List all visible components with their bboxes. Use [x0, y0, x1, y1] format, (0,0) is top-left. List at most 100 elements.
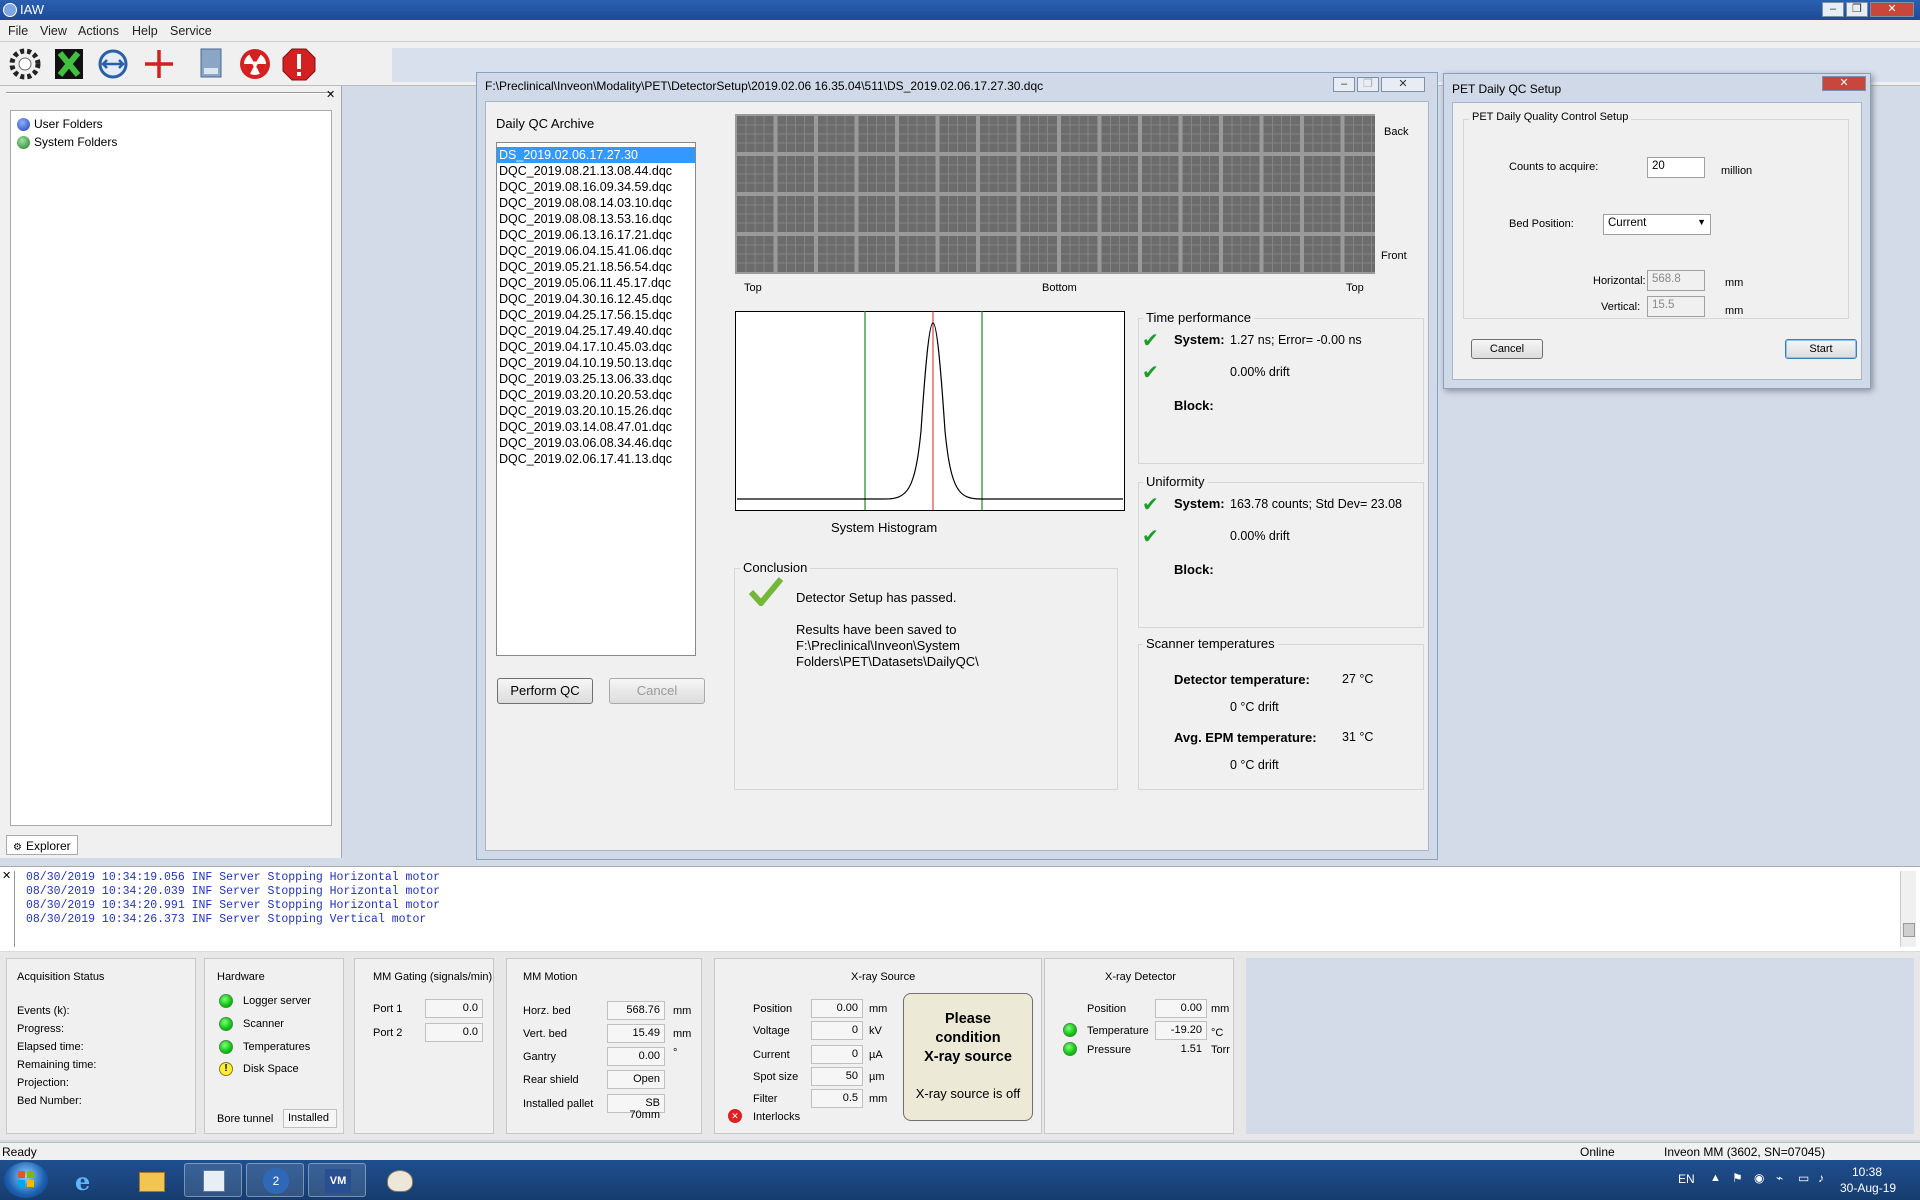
archive-list-item[interactable]: DQC_2019.06.13.16.17.21.dqc — [497, 227, 695, 243]
archive-list[interactable]: DS_2019.02.06.17.27.30 DQC_2019.08.21.13.… — [496, 142, 696, 656]
device-text: Inveon MM (3602, SN=07045) — [1664, 1145, 1826, 1159]
tree-item-user-folders[interactable]: User Folders — [17, 117, 103, 131]
archive-list-item[interactable]: DQC_2019.08.16.09.34.59.dqc — [497, 179, 695, 195]
taskbar-explorer-button[interactable] — [122, 1163, 180, 1197]
ds-maximize-button[interactable]: ❐ — [1357, 77, 1379, 92]
xray-source-panel: X-ray Source Position 0.00 mm Voltage 0 … — [714, 958, 1042, 1134]
uniformity-drift-check-icon: ✔ — [1142, 526, 1159, 548]
bed-position-select[interactable]: Current ▼ — [1603, 214, 1711, 235]
log-scrollbar[interactable] — [1900, 871, 1916, 947]
hardware-panel: Hardware Logger server Scanner Temperatu… — [204, 958, 344, 1134]
tab-explorer[interactable]: ⚙ Explorer — [6, 835, 78, 855]
xs-current-unit: µA — [869, 1049, 883, 1061]
horizontal-field: 568.8 — [1647, 270, 1705, 291]
taskbar-app-button-2[interactable]: 2 — [246, 1163, 304, 1197]
radiation-icon[interactable] — [236, 46, 274, 82]
menu-help[interactable]: Help — [132, 24, 158, 38]
stop-alert-icon[interactable] — [280, 46, 318, 82]
start-button[interactable] — [4, 1162, 48, 1198]
tray-monitor-icon[interactable]: ▭ — [1798, 1171, 1809, 1185]
menu-actions[interactable]: Actions — [78, 24, 119, 38]
log-scroll-thumb[interactable] — [1903, 923, 1915, 937]
archive-list-item[interactable]: DQC_2019.08.21.13.08.44.dqc — [497, 163, 695, 179]
archive-list-item[interactable]: DQC_2019.06.04.15.41.06.dqc — [497, 243, 695, 259]
archive-list-item[interactable]: DQC_2019.04.25.17.49.40.dqc — [497, 323, 695, 339]
perform-qc-button[interactable]: Perform QC — [497, 678, 593, 704]
scanner-ring-icon[interactable] — [6, 46, 44, 82]
vm-app-icon: VM — [325, 1169, 351, 1193]
archive-list-item[interactable]: DQC_2019.03.20.10.20.53.dqc — [497, 387, 695, 403]
condition-line-2: condition — [935, 1030, 1001, 1046]
xray-detector-panel: X-ray Detector Position 0.00 mm Temperat… — [1044, 958, 1234, 1134]
explorer-close-icon[interactable]: ✕ — [326, 88, 335, 101]
tray-arrow-icon[interactable]: ▲ — [1710, 1172, 1721, 1184]
maximize-button[interactable]: ❐ — [1846, 2, 1868, 17]
archive-list-item[interactable]: DQC_2019.04.30.16.12.45.dqc — [497, 291, 695, 307]
archive-list-item[interactable]: DQC_2019.08.08.13.53.16.dqc — [497, 211, 695, 227]
ds-minimize-button[interactable]: – — [1333, 77, 1355, 92]
uniformity-system-check-icon: ✔ — [1142, 494, 1159, 516]
menu-file[interactable]: File — [8, 24, 28, 38]
taskbar-ie-button[interactable]: e — [58, 1163, 116, 1197]
epm-temp-label: Avg. EPM temperature: — [1174, 730, 1317, 745]
log-close-icon[interactable]: ✕ — [2, 869, 11, 882]
dialog-cancel-button[interactable]: Cancel — [1471, 339, 1543, 359]
clock-date[interactable]: 30-Aug-19 — [1840, 1181, 1896, 1195]
menu-view[interactable]: View — [40, 24, 67, 38]
archive-list-item[interactable]: DQC_2019.03.06.08.34.46.dqc — [497, 435, 695, 451]
tab-label: Explorer — [25, 839, 71, 853]
minimize-button[interactable]: – — [1822, 2, 1844, 17]
archive-list-item[interactable]: DQC_2019.05.06.11.45.17.dqc — [497, 275, 695, 291]
archive-list-item[interactable]: DS_2019.02.06.17.27.30 — [497, 147, 695, 163]
crystal-map-image — [735, 114, 1375, 274]
clock-time[interactable]: 10:38 — [1852, 1165, 1882, 1179]
taskbar-paint-button[interactable] — [370, 1163, 428, 1197]
close-button[interactable]: ✕ — [1870, 2, 1914, 17]
tree-item-system-folders[interactable]: System Folders — [17, 135, 117, 149]
archive-list-item[interactable]: DQC_2019.04.17.10.45.03.dqc — [497, 339, 695, 355]
uniformity-block-label: Block: — [1174, 562, 1214, 577]
archive-list-item[interactable]: DQC_2019.08.08.14.03.10.dqc — [497, 195, 695, 211]
archive-cancel-button[interactable]: Cancel — [609, 678, 705, 704]
xray-condition-button[interactable]: Please condition X-ray source X-ray sour… — [903, 993, 1033, 1121]
tray-flag-icon[interactable]: ⚑ — [1732, 1171, 1743, 1185]
xd-temperature-value: -19.20 — [1155, 1021, 1207, 1040]
dialog-close-button[interactable]: ✕ — [1822, 76, 1866, 91]
language-indicator[interactable]: EN — [1678, 1172, 1695, 1186]
scanner-status-icon — [219, 1017, 233, 1031]
xray-x-icon[interactable] — [50, 46, 88, 82]
menu-service[interactable]: Service — [170, 24, 212, 38]
taskbar-app-button-1[interactable] — [184, 1163, 242, 1197]
gantry-motion-icon[interactable] — [94, 46, 132, 82]
ds-close-button[interactable]: ✕ — [1381, 77, 1425, 92]
archive-list-item[interactable]: DQC_2019.03.25.13.06.33.dqc — [497, 371, 695, 387]
taskbar-app-button-3[interactable]: VM — [308, 1163, 366, 1197]
online-text: Online — [1580, 1145, 1615, 1159]
archive-list-item[interactable]: DQC_2019.03.20.10.15.26.dqc — [497, 403, 695, 419]
title-bar: IAW – ❐ ✕ — [0, 0, 1920, 20]
xd-position-unit: mm — [1211, 1003, 1230, 1015]
start-button[interactable]: Start — [1785, 339, 1857, 359]
crosshair-icon[interactable] — [140, 46, 178, 82]
explorer-grip[interactable] — [6, 92, 332, 94]
tray-volume-icon[interactable]: ♪ — [1818, 1171, 1824, 1185]
bed-position-label: Bed Position: — [1509, 218, 1574, 230]
counts-input[interactable]: 20 — [1647, 157, 1705, 178]
rear-shield-value: Open — [607, 1070, 665, 1089]
bed-panel-icon[interactable] — [192, 46, 230, 82]
archive-list-item[interactable]: DQC_2019.04.25.17.56.15.dqc — [497, 307, 695, 323]
menu-bar: File View Actions Help Service — [0, 20, 1920, 42]
archive-list-item[interactable]: DQC_2019.02.06.17.41.13.dqc — [497, 451, 695, 467]
xs-filter-label: Filter — [753, 1093, 778, 1105]
archive-list-item[interactable]: DQC_2019.04.10.19.50.13.dqc — [497, 355, 695, 371]
ie-icon: e — [75, 1167, 91, 1196]
xs-position-value: 0.00 — [811, 999, 863, 1018]
horizontal-label: Horizontal: — [1593, 275, 1646, 287]
tray-plug-icon[interactable]: ⌁ — [1776, 1171, 1783, 1185]
tray-network-icon[interactable]: ◉ — [1754, 1171, 1764, 1185]
ready-text: Ready — [2, 1145, 37, 1159]
archive-list-item[interactable]: DQC_2019.03.14.08.47.01.dqc — [497, 419, 695, 435]
acq-title: Acquisition Status — [17, 971, 105, 983]
archive-list-item[interactable]: DQC_2019.05.21.18.56.54.dqc — [497, 259, 695, 275]
port2-value: 0.0 — [425, 1023, 483, 1042]
